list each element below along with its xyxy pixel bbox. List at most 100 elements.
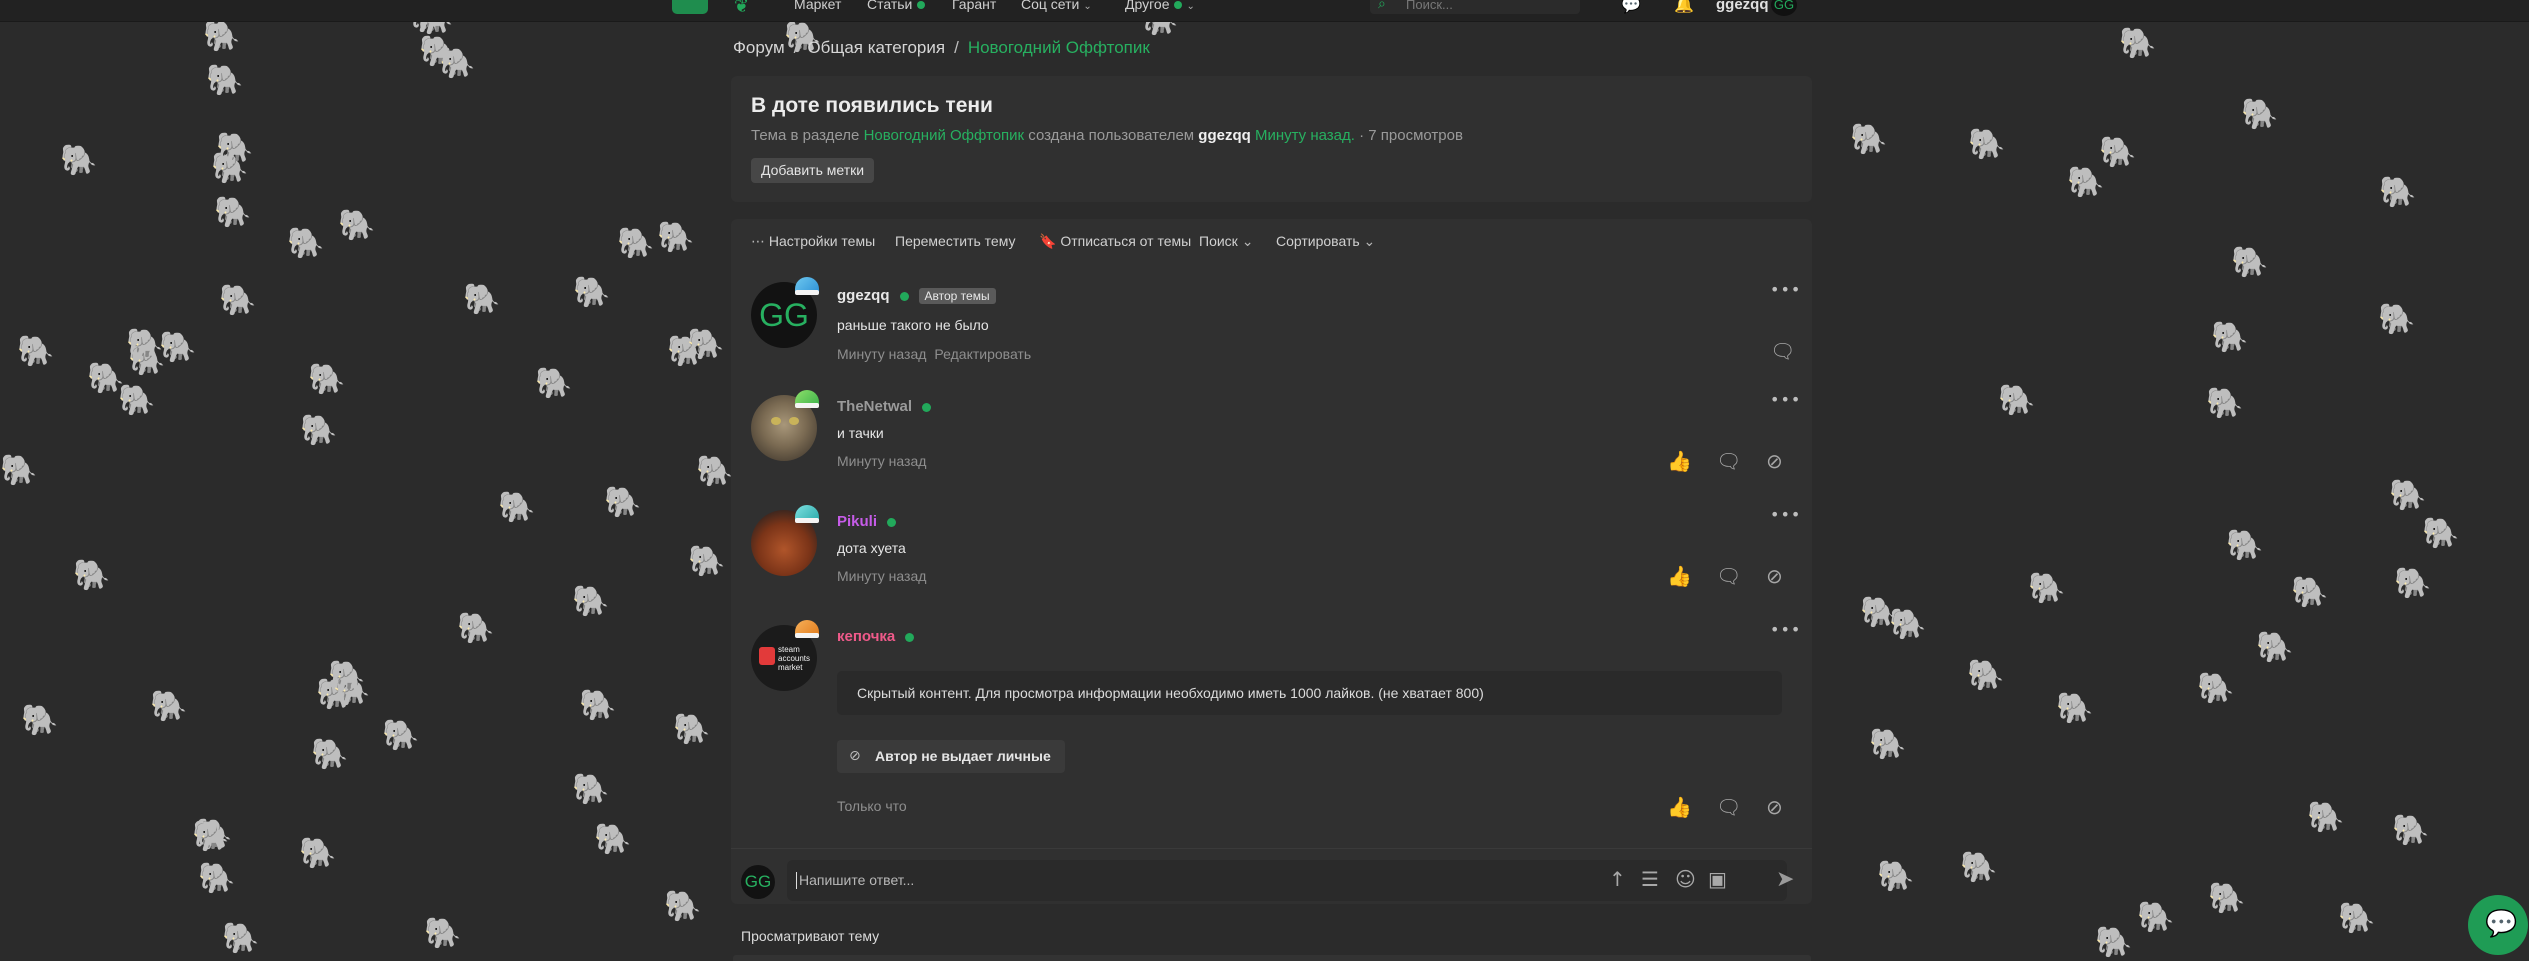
elephant-pattern-icon: 🐘 bbox=[21, 703, 59, 738]
meta-prefix: Тема в разделе bbox=[751, 127, 860, 144]
breadcrumb-category[interactable]: Общая категория bbox=[807, 38, 945, 57]
elephant-pattern-icon: 🐘 bbox=[195, 817, 233, 852]
elephant-pattern-icon: 🐘 bbox=[316, 677, 354, 712]
elephant-pattern-icon: 🐘 bbox=[308, 362, 346, 397]
current-username[interactable]: ggezqq bbox=[1716, 0, 1769, 13]
elephant-pattern-icon: 🐘 bbox=[2392, 813, 2430, 848]
elephant-pattern-icon: 🐘 bbox=[687, 327, 725, 362]
breadcrumb-forum[interactable]: Форум bbox=[733, 38, 785, 57]
elephant-pattern-icon: 🐘 bbox=[300, 413, 338, 448]
created-time-link[interactable]: Минуту назад. bbox=[1255, 127, 1355, 144]
elephant-pattern-icon: 🐘 bbox=[216, 131, 254, 166]
chat-button[interactable]: 💬 bbox=[2468, 895, 2528, 955]
elephant-pattern-icon: 🐘 bbox=[2119, 26, 2157, 61]
elephant-pattern-icon: 🐘 bbox=[463, 282, 501, 317]
text-caret bbox=[796, 872, 797, 889]
elephant-pattern-icon: 🐘 bbox=[2211, 320, 2249, 355]
views-count: · 7 просмотров bbox=[1359, 127, 1463, 144]
reply-input[interactable]: Напишите ответ... ↑ ☰ ☺ ▣ bbox=[787, 860, 1787, 901]
elephant-pattern-icon: 🐘 bbox=[2394, 566, 2432, 601]
add-tags-button[interactable]: Добавить метки bbox=[751, 158, 875, 183]
arrow-up-icon[interactable]: ↑ bbox=[1609, 867, 1626, 891]
reply-icon[interactable]: 🗨 bbox=[1716, 795, 1741, 819]
bell-icon[interactable]: 🔔 bbox=[1674, 0, 1694, 14]
elephant-pattern-icon: 🐘 bbox=[150, 689, 188, 724]
more-dots-icon[interactable]: ••• bbox=[1770, 620, 1801, 639]
author-link[interactable]: ggezqq bbox=[1198, 127, 1251, 144]
elephant-pattern-icon: 🐘 bbox=[2338, 901, 2376, 936]
emoji-icon[interactable]: ☺ bbox=[1675, 867, 1696, 891]
elephant-pattern-icon: 🐘 bbox=[424, 916, 462, 951]
elephant-pattern-icon: 🐘 bbox=[2208, 881, 2246, 916]
elephant-pattern-icon: 🐘 bbox=[1877, 859, 1915, 894]
post: steam accounts market кепочка ••• Скрытый … bbox=[731, 219, 1812, 848]
elephant-pattern-icon: 🐘 bbox=[206, 63, 244, 98]
post-username[interactable]: кепочка bbox=[837, 628, 915, 645]
thread-title: В доте появились тени bbox=[751, 94, 993, 117]
elephant-pattern-icon: 🐘 bbox=[203, 19, 241, 54]
search-input[interactable]: ⌕ Поиск... bbox=[1370, 0, 1580, 14]
elephant-pattern-icon: 🐘 bbox=[1850, 122, 1888, 157]
elephant-pattern-icon: 🐘 bbox=[192, 819, 230, 854]
elephant-pattern-icon: 🐘 bbox=[60, 143, 98, 178]
elephant-pattern-icon: 🐘 bbox=[498, 490, 536, 525]
no-private-messages-button[interactable]: ⊘ Автор не выдает личные bbox=[837, 740, 1065, 773]
avatar-line: steam bbox=[778, 645, 800, 654]
list-icon[interactable]: ☰ bbox=[1641, 867, 1659, 891]
elephant-pattern-icon: 🐘 bbox=[126, 327, 164, 362]
avatar-line: market bbox=[778, 663, 803, 672]
nav-label: Соц сети bbox=[1021, 0, 1080, 12]
post-time[interactable]: Только что bbox=[837, 798, 907, 814]
home-button[interactable] bbox=[672, 0, 708, 14]
elephant-pattern-icon: 🐘 bbox=[2067, 165, 2105, 200]
search-placeholder: Поиск... bbox=[1406, 0, 1453, 12]
thread-meta: Тема в разделе Новогодний Оффтопик созда… bbox=[751, 127, 1463, 144]
nav-item-other[interactable]: Другое ⌄ bbox=[1125, 0, 1195, 12]
elephant-pattern-icon: 🐘 bbox=[2307, 800, 2345, 835]
elephant-pattern-icon: 🐘 bbox=[2379, 175, 2417, 210]
elephant-pattern-icon: 🐘 bbox=[299, 836, 337, 871]
avatar-text: steam accounts market bbox=[778, 645, 810, 672]
elephant-pattern-icon: 🐘 bbox=[219, 283, 257, 318]
elephant-pattern-icon: 🐘 bbox=[419, 34, 457, 69]
elephant-pattern-icon: 🐘 bbox=[2056, 691, 2094, 726]
elephant-pattern-icon: 🐘 bbox=[214, 195, 252, 230]
chat-icon[interactable]: 💬 bbox=[1621, 0, 1641, 14]
elephant-pattern-icon: 🐘 bbox=[1968, 127, 2006, 162]
chevron-down-icon: ⌄ bbox=[1083, 1, 1092, 12]
elephant-pattern-icon: 🐘 bbox=[573, 275, 611, 310]
elephant-pattern-icon: 🐘 bbox=[1960, 850, 1998, 885]
elephant-pattern-icon: 🐘 bbox=[1967, 658, 2005, 693]
section-link[interactable]: Новогодний Оффтопик bbox=[864, 127, 1025, 144]
elephant-pattern-icon: 🐘 bbox=[2137, 900, 2175, 935]
breadcrumb-current[interactable]: Новогодний Оффтопик bbox=[968, 38, 1150, 57]
elephant-pattern-icon: 🐘 bbox=[382, 718, 420, 753]
elephant-pattern-icon: 🐘 bbox=[211, 151, 249, 186]
elephant-pattern-icon: 🐘 bbox=[2231, 245, 2269, 280]
elephant-pattern-icon: 🐘 bbox=[594, 822, 632, 857]
elephant-pattern-icon: 🐘 bbox=[664, 889, 702, 924]
online-dot bbox=[1174, 1, 1183, 10]
elephant-pattern-icon: 🐘 bbox=[673, 712, 711, 747]
elephant-pattern-icon: 🐘 bbox=[2422, 516, 2460, 551]
elephant-pattern-icon: 🐘 bbox=[617, 226, 655, 261]
elephant-pattern-icon: 🐘 bbox=[535, 366, 573, 401]
nav-item-articles[interactable]: Статьи bbox=[867, 0, 926, 12]
send-icon[interactable]: ➤ bbox=[1776, 867, 1794, 892]
nav-item-social[interactable]: Соц сети ⌄ bbox=[1021, 0, 1092, 12]
user-avatar[interactable]: GG bbox=[1771, 0, 1797, 16]
nav-item-guarantor[interactable]: Гарант bbox=[952, 0, 996, 12]
logo-icon[interactable]: ❦ bbox=[734, 0, 772, 17]
nav-label: Гарант bbox=[952, 0, 997, 12]
no-pm-label: Автор не выдает личные bbox=[875, 748, 1051, 764]
elephant-pattern-icon: 🐘 bbox=[696, 454, 734, 489]
hide-icon[interactable]: ⊘ bbox=[1766, 795, 1783, 819]
like-icon[interactable]: 👍 bbox=[1667, 795, 1692, 819]
image-icon[interactable]: ▣ bbox=[1708, 867, 1727, 891]
chat-icon: 💬 bbox=[2485, 909, 2518, 939]
search-icon: ⌕ bbox=[1378, 0, 1386, 11]
watching-panel-edge bbox=[733, 955, 1811, 961]
elephant-pattern-icon: 🐘 bbox=[457, 611, 495, 646]
nav-item-market[interactable]: Маркет bbox=[794, 0, 841, 12]
chevron-down-icon: ⌄ bbox=[1186, 1, 1195, 12]
